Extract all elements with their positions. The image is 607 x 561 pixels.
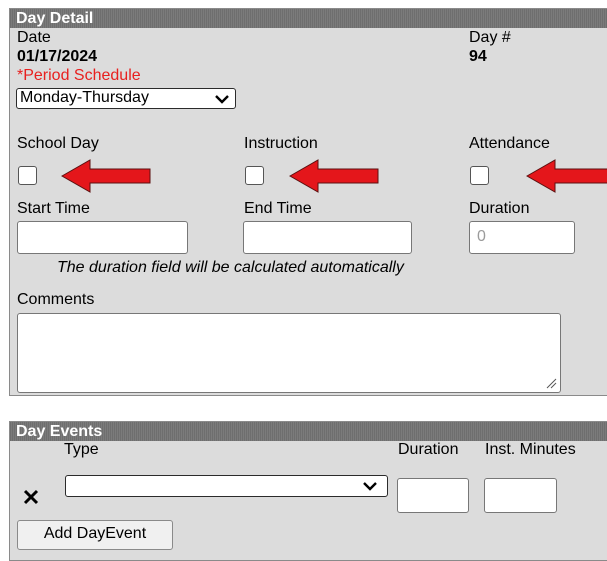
school-day-checkbox[interactable]	[18, 166, 37, 185]
end-time-input[interactable]	[243, 221, 412, 254]
event-type-select[interactable]	[65, 475, 388, 497]
period-schedule-label: *Period Schedule	[17, 67, 141, 84]
end-time-label: End Time	[244, 200, 312, 217]
x-icon[interactable]	[23, 489, 39, 505]
comments-textarea[interactable]	[17, 313, 561, 393]
school-day-label: School Day	[17, 135, 99, 152]
instruction-checkbox[interactable]	[245, 166, 264, 185]
chevron-down-icon	[215, 94, 229, 104]
arrow-left-icon	[61, 159, 151, 193]
chevron-down-icon	[363, 482, 377, 491]
duration-note: The duration field will be calculated au…	[57, 259, 404, 276]
day-detail-panel: Day Detail Date 01/17/2024 Day # 94 *Per…	[9, 8, 607, 396]
type-column-header: Type	[64, 441, 99, 458]
period-schedule-select[interactable]: Monday-Thursday	[16, 88, 236, 109]
start-time-input[interactable]	[17, 221, 188, 254]
day-number-value: 94	[469, 48, 487, 65]
arrow-left-icon	[526, 159, 607, 193]
duration-input[interactable]: 0	[469, 221, 575, 254]
event-inst-minutes-input[interactable]	[484, 478, 557, 513]
period-schedule-value: Monday-Thursday	[20, 89, 149, 106]
day-events-header: Day Events	[10, 422, 607, 441]
date-label: Date	[17, 29, 51, 46]
arrow-left-icon	[289, 159, 379, 193]
attendance-label: Attendance	[469, 135, 550, 152]
event-duration-input[interactable]	[397, 478, 469, 513]
day-events-panel: Day Events Type Duration Inst. Minutes A…	[9, 421, 607, 561]
day-number-label: Day #	[469, 29, 511, 46]
inst-minutes-column-header: Inst. Minutes	[485, 441, 576, 458]
date-value: 01/17/2024	[17, 48, 98, 65]
add-dayevent-button[interactable]: Add DayEvent	[17, 520, 173, 550]
attendance-checkbox[interactable]	[470, 166, 489, 185]
instruction-label: Instruction	[244, 135, 318, 152]
day-detail-header: Day Detail	[10, 9, 607, 28]
start-time-label: Start Time	[17, 200, 90, 217]
comments-label: Comments	[17, 291, 95, 308]
duration-label: Duration	[469, 200, 530, 217]
duration-column-header: Duration	[398, 441, 459, 458]
resize-handle-icon[interactable]	[545, 377, 557, 389]
